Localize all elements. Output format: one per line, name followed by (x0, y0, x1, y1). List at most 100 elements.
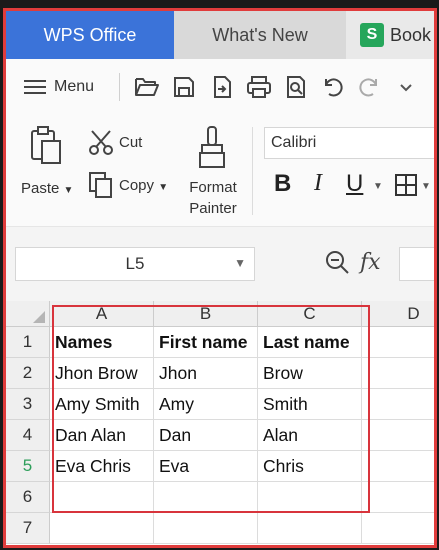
paste-icon[interactable] (28, 125, 64, 165)
cell-d6[interactable] (362, 482, 434, 513)
name-box-dropdown-icon[interactable]: ▼ (234, 256, 246, 270)
cell-a3[interactable]: Amy Smith (50, 389, 154, 420)
row-header-2[interactable]: 2 (6, 358, 50, 389)
save-icon[interactable] (172, 75, 196, 99)
tab-whats-new[interactable]: What's New (174, 11, 346, 59)
toolbar-divider (119, 73, 120, 101)
borders-dropdown-icon[interactable]: ▼ (421, 181, 431, 192)
print-icon[interactable] (246, 75, 272, 99)
tab-bar: WPS Office What's New S Book (6, 11, 434, 59)
italic-label: I (314, 170, 322, 196)
formula-input[interactable] (399, 247, 434, 281)
cell-a2[interactable]: Jhon Brow (50, 358, 154, 389)
format-painter-label-1: Format (189, 179, 237, 196)
format-painter-button[interactable]: Format Painter (183, 177, 243, 219)
cell-c3[interactable]: Smith (258, 389, 362, 420)
row-6-label: 6 (22, 487, 33, 506)
ribbon-divider (252, 127, 253, 215)
chevron-down-icon[interactable] (399, 83, 413, 93)
cell-c5[interactable]: Chris (258, 451, 362, 482)
cell-b4[interactable]: Dan (154, 420, 258, 451)
export-pdf-icon[interactable] (210, 75, 234, 99)
column-a-label: A (95, 303, 108, 323)
row-header-5[interactable]: 5 (6, 451, 50, 482)
row-header-1[interactable]: 1 (6, 327, 50, 358)
cell-d7[interactable] (362, 513, 434, 544)
underline-dropdown-icon[interactable]: ▼ (373, 181, 383, 192)
cell-c6[interactable] (258, 482, 362, 513)
cell-c4[interactable]: Alan (258, 420, 362, 451)
cell-d5[interactable] (362, 451, 434, 482)
select-all-corner[interactable] (6, 301, 50, 327)
cut-button[interactable]: Cut (119, 134, 142, 151)
tab-book[interactable]: S Book (346, 11, 434, 59)
column-header-d[interactable]: D (362, 301, 434, 327)
cell-a1[interactable]: Names (50, 327, 154, 358)
formula-tools: fx (324, 249, 381, 275)
column-header-c[interactable]: C (258, 301, 362, 327)
cut-label: Cut (119, 134, 143, 151)
open-folder-icon[interactable] (134, 75, 160, 99)
font-name-select[interactable]: Calibri (264, 127, 434, 159)
undo-icon[interactable] (320, 75, 344, 99)
column-header-a[interactable]: A (50, 301, 154, 327)
quick-toolbar: Menu (6, 59, 434, 115)
cell-c7[interactable] (258, 513, 362, 544)
font-name-value: Calibri (271, 134, 317, 151)
row-header-4[interactable]: 4 (6, 420, 50, 451)
name-box-value: L5 (125, 254, 145, 273)
copy-icon (89, 172, 112, 198)
row-header-6[interactable]: 6 (6, 482, 50, 513)
cell-d3[interactable] (362, 389, 434, 420)
cell-c2[interactable]: Brow (258, 358, 362, 389)
select-all-triangle-icon (33, 311, 45, 323)
zoom-search-icon[interactable] (324, 249, 350, 275)
cell-a6[interactable] (50, 482, 154, 513)
format-painter-icon[interactable] (196, 125, 228, 171)
copy-button[interactable]: Copy ▼ (119, 177, 168, 194)
cell-d1[interactable] (362, 327, 434, 358)
italic-button[interactable]: I (314, 170, 322, 197)
print-preview-icon[interactable] (284, 75, 308, 99)
row-2-label: 2 (22, 363, 33, 382)
cell-c1[interactable]: Last name (258, 327, 362, 358)
row-header-7[interactable]: 7 (6, 513, 50, 544)
copy-dropdown-icon[interactable]: ▼ (158, 182, 168, 193)
redo-icon[interactable] (358, 75, 382, 99)
copy-label: Copy (119, 177, 155, 194)
tab-wps-office[interactable]: WPS Office (6, 11, 174, 59)
cell-d4[interactable] (362, 420, 434, 451)
cell-d2[interactable] (362, 358, 434, 389)
cell-b3[interactable]: Amy (154, 389, 258, 420)
column-header-b[interactable]: B (154, 301, 258, 327)
underline-label: U (346, 170, 364, 197)
cell-b6[interactable] (154, 482, 258, 513)
underline-button[interactable]: U (346, 170, 363, 198)
menu-button[interactable]: Menu (24, 73, 94, 101)
hamburger-icon (24, 80, 46, 94)
row-3-label: 3 (22, 394, 33, 413)
cell-b2[interactable]: Jhon (154, 358, 258, 389)
column-b-label: B (199, 303, 212, 323)
cell-a7[interactable] (50, 513, 154, 544)
cell-b7[interactable] (154, 513, 258, 544)
cell-b5[interactable]: Eva (154, 451, 258, 482)
bold-label: B (274, 170, 292, 197)
paste-button[interactable]: Paste ▼ (21, 180, 73, 197)
app-window: WPS Office What's New S Book Menu Paste … (3, 8, 437, 548)
menu-label: Menu (54, 78, 95, 95)
borders-icon[interactable] (394, 173, 418, 197)
cell-b1[interactable]: First name (154, 327, 258, 358)
cell-a5[interactable]: Eva Chris (50, 451, 154, 482)
paste-dropdown-icon[interactable]: ▼ (64, 185, 74, 196)
tab-wps-office-label: WPS Office (43, 24, 137, 45)
tab-book-label: Book (390, 24, 432, 45)
name-box[interactable]: L5 ▼ (15, 247, 255, 281)
row-header-3[interactable]: 3 (6, 389, 50, 420)
row-7-label: 7 (22, 518, 33, 537)
bold-button[interactable]: B (274, 170, 291, 198)
column-c-label: C (303, 303, 316, 323)
insert-function-button[interactable]: fx (360, 250, 381, 275)
cell-a4[interactable]: Dan Alan (50, 420, 154, 451)
tab-whats-new-label: What's New (212, 24, 308, 45)
